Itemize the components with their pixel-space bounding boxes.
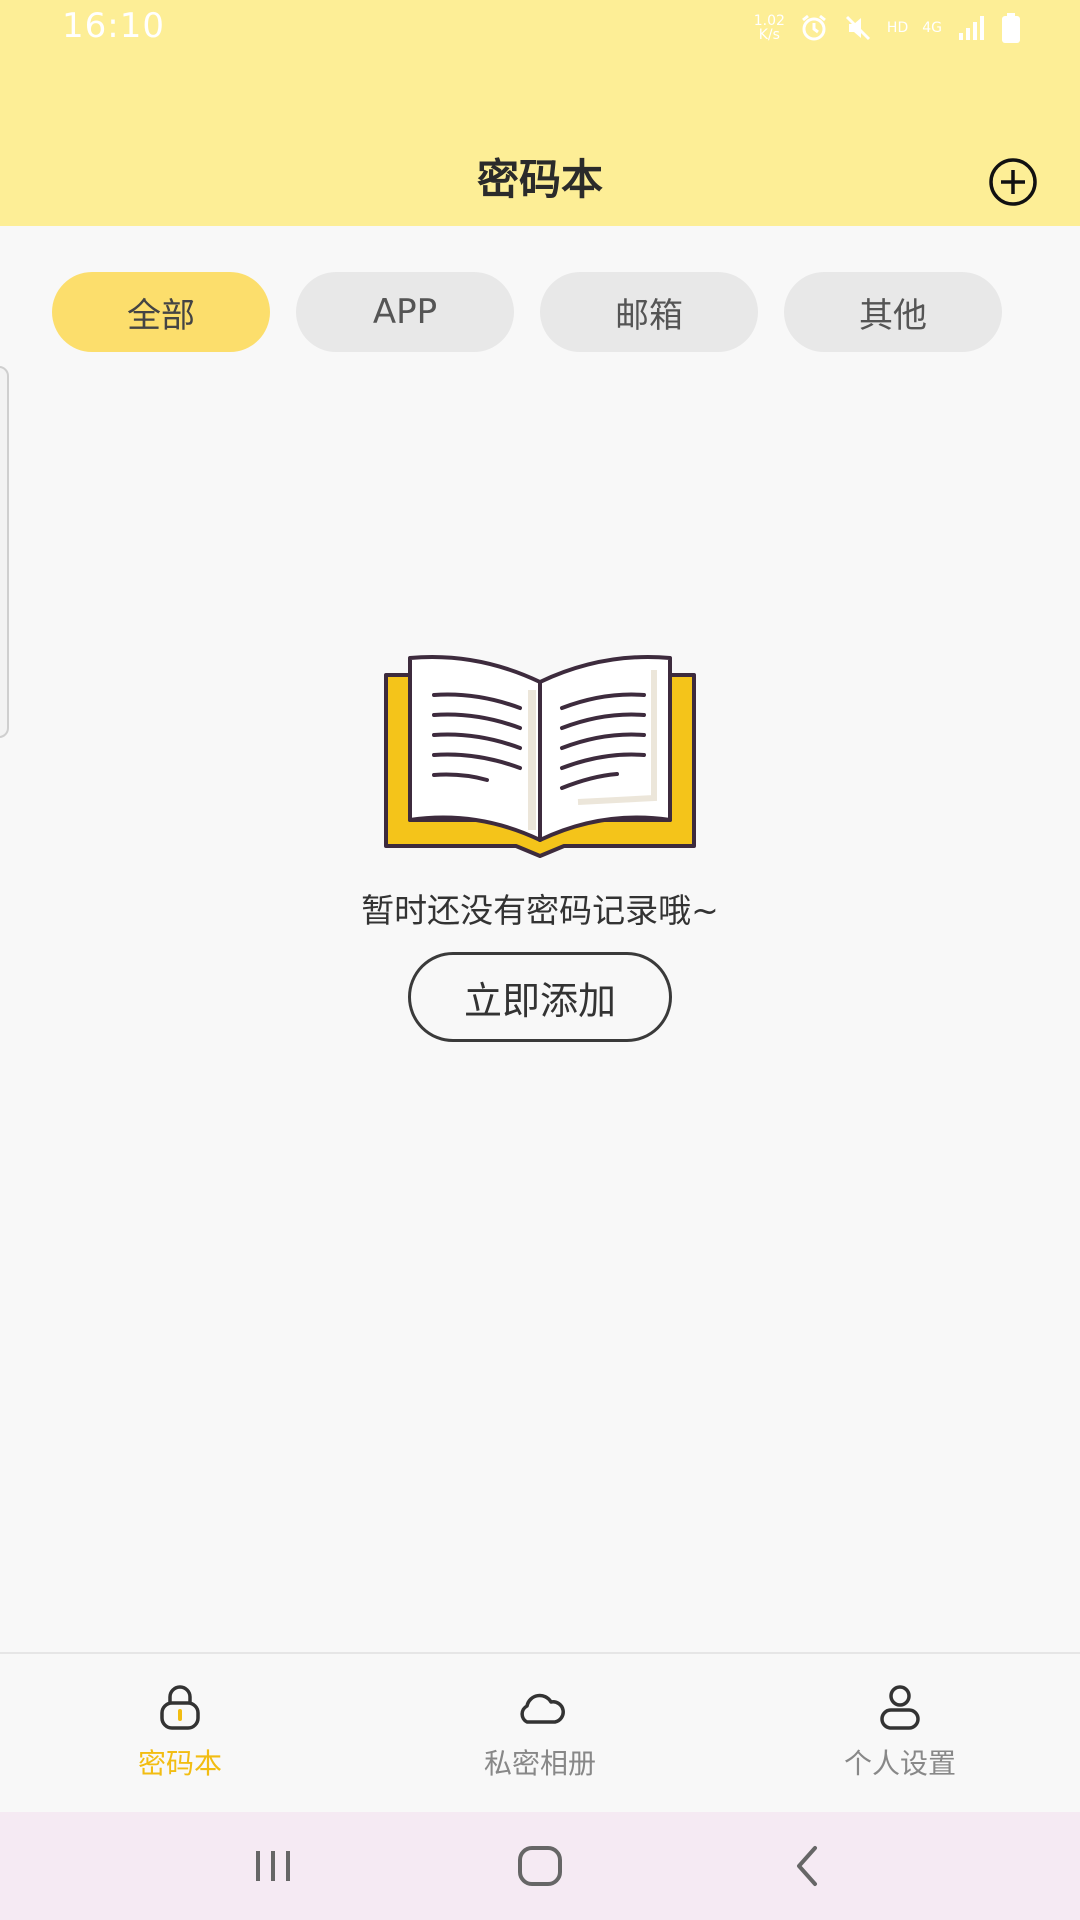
add-now-button[interactable]: 立即添加 — [408, 952, 672, 1042]
status-time: 16:10 — [62, 6, 165, 46]
tab-other[interactable]: 其他 — [784, 272, 1002, 352]
signal-icon — [956, 13, 986, 43]
nav-item-private-album[interactable]: 私密相册 — [360, 1654, 720, 1812]
network-4g-label: 4G — [922, 20, 942, 36]
side-drawer-handle[interactable] — [0, 366, 9, 738]
add-button[interactable] — [988, 157, 1038, 207]
status-icons: 1.02 K/s HD 4G — [754, 10, 1022, 46]
category-tabs: 全部 APP 邮箱 其他 — [52, 272, 1002, 352]
lock-icon — [160, 1685, 200, 1730]
back-button[interactable] — [777, 1836, 837, 1896]
back-icon — [796, 1846, 817, 1886]
nav-label-personal-settings: 个人设置 — [843, 1747, 956, 1780]
nav-label-private-album: 私密相册 — [483, 1747, 596, 1780]
nav-item-password-book[interactable]: 密码本 — [0, 1654, 360, 1812]
net-speed-value: 1.02 — [753, 13, 785, 29]
home-button[interactable] — [510, 1836, 570, 1896]
home-icon — [517, 1846, 562, 1886]
net-speed: 1.02 K/s — [754, 14, 785, 42]
nav-item-personal-settings[interactable]: 个人设置 — [720, 1654, 1080, 1812]
page-title: 密码本 — [476, 155, 603, 204]
plus-circle-icon — [989, 158, 1037, 206]
bottom-navigation: 密码本 私密相册 个人设置 — [0, 1652, 1080, 1812]
empty-message: 暂时还没有密码记录哦~ — [361, 891, 719, 930]
header-bar: 16:10 1.02 K/s HD 4G 密码本 — [0, 0, 1080, 226]
mute-icon — [843, 13, 873, 43]
hd-label: HD — [886, 20, 909, 36]
open-book-icon — [384, 655, 696, 858]
recent-apps-icon — [256, 1851, 291, 1881]
net-speed-unit: K/s — [758, 27, 780, 43]
status-bar: 16:10 1.02 K/s HD 4G — [0, 0, 1080, 56]
tab-email[interactable]: 邮箱 — [540, 272, 758, 352]
battery-icon — [1000, 12, 1022, 44]
nav-label-password-book: 密码本 — [137, 1747, 222, 1780]
recent-apps-button[interactable] — [243, 1836, 303, 1896]
tab-app[interactable]: APP — [296, 272, 514, 352]
user-icon — [880, 1685, 920, 1730]
cloud-icon — [520, 1693, 565, 1724]
system-navigation-bar — [0, 1812, 1080, 1920]
tab-all[interactable]: 全部 — [52, 272, 270, 352]
alarm-icon — [799, 13, 829, 43]
